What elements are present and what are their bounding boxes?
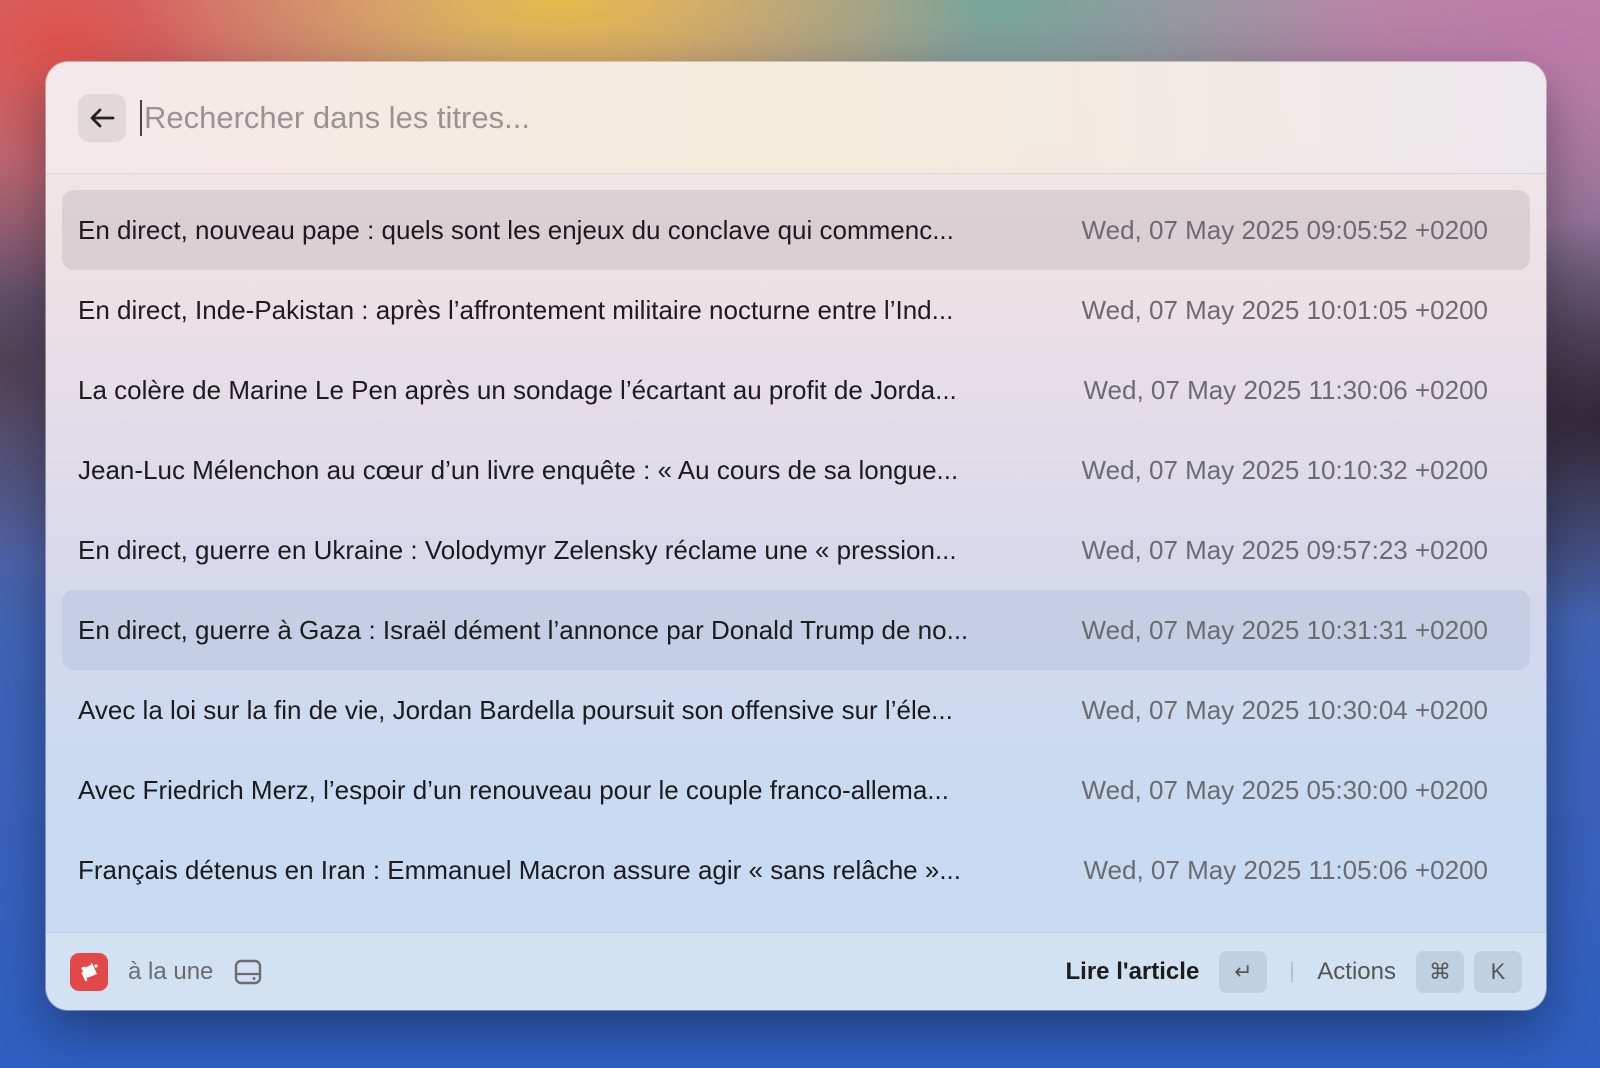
article-date: Wed, 07 May 2025 11:05:06 +0200 xyxy=(1083,854,1488,885)
article-title: Avec Friedrich Merz, l’espoir d’un renou… xyxy=(78,774,949,805)
article-title: En direct, guerre en Ukraine : Volodymyr… xyxy=(78,534,957,565)
footer-bar: à la une Lire l'article ↵ Actions ⌘ K xyxy=(46,932,1546,1010)
text-caret xyxy=(140,99,142,136)
article-title: Jean-Luc Mélenchon au cœur d’un livre en… xyxy=(78,454,959,485)
article-date: Wed, 07 May 2025 09:05:52 +0200 xyxy=(1081,214,1488,245)
search-input[interactable] xyxy=(144,99,1344,136)
article-list: En direct, nouveau pape : quels sont les… xyxy=(46,174,1546,910)
return-key-icon: ↵ xyxy=(1219,950,1268,993)
footer-divider xyxy=(1291,961,1294,982)
article-date: Wed, 07 May 2025 10:10:32 +0200 xyxy=(1081,454,1488,485)
command-key-icon: ⌘ xyxy=(1416,950,1464,993)
article-title: Avec la loi sur la fin de vie, Jordan Ba… xyxy=(78,694,953,725)
article-row[interactable]: En direct, guerre en Ukraine : Volodymyr… xyxy=(62,510,1530,590)
article-row[interactable]: Jean-Luc Mélenchon au cœur d’un livre en… xyxy=(62,430,1530,510)
megaphone-icon xyxy=(81,962,98,981)
article-date: Wed, 07 May 2025 10:31:31 +0200 xyxy=(1081,614,1488,645)
search-bar xyxy=(46,62,1546,174)
article-row[interactable]: Français détenus en Iran : Emmanuel Macr… xyxy=(62,830,1530,910)
arrow-left-icon xyxy=(90,108,115,127)
news-app-icon xyxy=(70,952,108,991)
article-date: Wed, 07 May 2025 10:30:04 +0200 xyxy=(1081,694,1488,725)
article-title: La colère de Marine Le Pen après un sond… xyxy=(78,374,957,405)
actions-button[interactable]: Actions xyxy=(1317,958,1396,986)
article-title: En direct, Inde-Pakistan : après l’affro… xyxy=(78,294,954,325)
article-date: Wed, 07 May 2025 10:01:05 +0200 xyxy=(1081,294,1488,325)
article-date: Wed, 07 May 2025 11:30:06 +0200 xyxy=(1083,374,1488,405)
source-label: à la une xyxy=(128,957,214,985)
article-title: En direct, nouveau pape : quels sont les… xyxy=(78,214,954,245)
read-article-button[interactable]: Lire l'article xyxy=(1066,958,1200,986)
back-button[interactable] xyxy=(78,93,126,142)
article-row[interactable]: La colère de Marine Le Pen après un sond… xyxy=(62,350,1530,430)
article-row[interactable]: En direct, Inde-Pakistan : après l’affro… xyxy=(62,270,1530,350)
article-title: En direct, guerre à Gaza : Israël dément… xyxy=(78,614,969,645)
article-row[interactable]: Avec la loi sur la fin de vie, Jordan Ba… xyxy=(62,670,1530,750)
command-window: En direct, nouveau pape : quels sont les… xyxy=(46,62,1546,1010)
hard-drive-icon xyxy=(233,958,263,986)
article-date: Wed, 07 May 2025 05:30:00 +0200 xyxy=(1081,774,1488,805)
article-row[interactable]: En direct, nouveau pape : quels sont les… xyxy=(62,190,1530,270)
k-key: K xyxy=(1474,950,1522,993)
article-row[interactable]: En direct, guerre à Gaza : Israël dément… xyxy=(62,590,1530,670)
article-title: Français détenus en Iran : Emmanuel Macr… xyxy=(78,854,961,885)
article-row[interactable]: Avec Friedrich Merz, l’espoir d’un renou… xyxy=(62,750,1530,830)
article-date: Wed, 07 May 2025 09:57:23 +0200 xyxy=(1081,534,1488,565)
